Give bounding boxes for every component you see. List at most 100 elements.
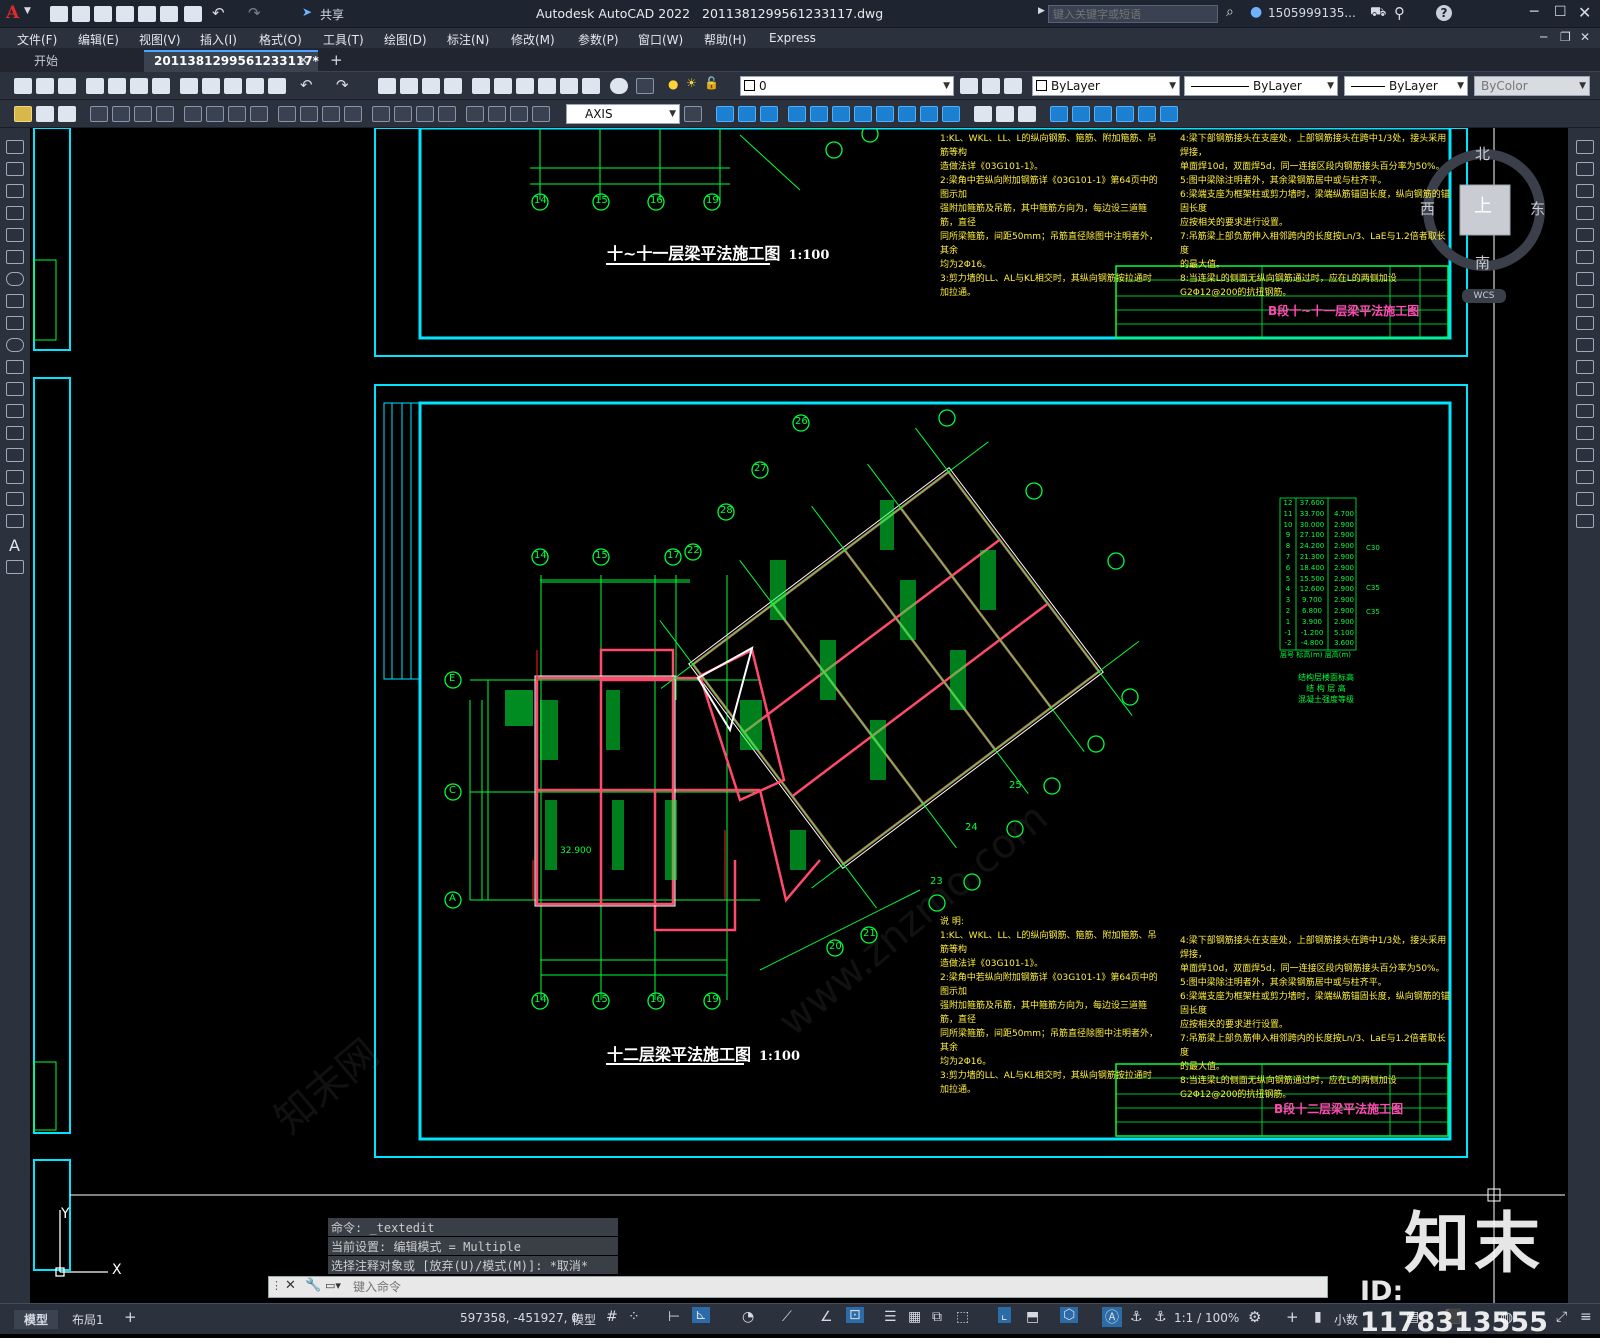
image-attach-icon[interactable] (920, 106, 938, 122)
stretch-icon[interactable] (1576, 316, 1594, 330)
doc-close-icon[interactable]: ✕ (1580, 30, 1590, 44)
dim-text-edit-icon[interactable] (488, 106, 506, 122)
continue-dim-icon[interactable] (322, 106, 340, 122)
layer-dropdown[interactable]: 0 ▼ (740, 76, 954, 96)
layer-properties-icon[interactable] (636, 78, 654, 94)
add-layout-button[interactable]: + (124, 1308, 137, 1326)
block-write-icon[interactable] (760, 106, 778, 122)
break-point-icon[interactable] (1576, 382, 1594, 396)
layer-previous-icon[interactable] (982, 78, 1000, 94)
annotation-scale-value[interactable]: 1:1 / 100% (1174, 1311, 1239, 1325)
match-properties-icon[interactable] (246, 78, 264, 94)
selection-filter-icon[interactable]: ⬒ (1026, 1309, 1039, 1325)
open-web-icon[interactable] (138, 6, 156, 22)
command-input[interactable] (353, 1278, 1319, 1296)
copy-icon[interactable] (202, 78, 220, 94)
viewcube-top-label[interactable]: 上 (1474, 192, 1492, 218)
lineweight-icon[interactable]: ☰ (884, 1309, 897, 1325)
table-draw-icon[interactable] (6, 514, 24, 528)
publish-icon[interactable] (130, 78, 148, 94)
textstyle-dropdown[interactable]: AXIS ▼ (566, 104, 680, 124)
open-file-icon[interactable] (72, 6, 90, 22)
menu-format[interactable]: 格式(O) (259, 31, 302, 48)
auto-scale-icon[interactable]: ⚓ (1130, 1309, 1143, 1325)
menu-view[interactable]: 视图(V) (139, 31, 181, 48)
3d-osnap-icon[interactable]: ⬚ (956, 1309, 969, 1325)
menu-parametric[interactable]: 参数(P) (578, 31, 619, 48)
radius-dim-icon[interactable] (184, 106, 202, 122)
viewcube-south[interactable]: 南 (1475, 252, 1490, 273)
polyline-icon[interactable] (6, 184, 24, 198)
rectangle-icon[interactable] (6, 228, 24, 242)
sun-icon[interactable]: ☀ (686, 76, 697, 90)
arc-length-icon[interactable] (134, 106, 152, 122)
new-tab-button[interactable]: + (330, 51, 343, 69)
isolate-objects-icon[interactable] (996, 106, 1014, 122)
annotation-monitor-icon[interactable]: + (1286, 1308, 1299, 1326)
linetype-dropdown[interactable]: ByLayer ▼ (1184, 76, 1338, 96)
hyperlink-icon[interactable] (1116, 106, 1134, 122)
3d-dwf-icon[interactable] (152, 78, 170, 94)
design-center-icon[interactable] (494, 78, 512, 94)
aligned-dim-icon[interactable] (112, 106, 130, 122)
refclose-icon[interactable] (898, 106, 916, 122)
menu-draw[interactable]: 绘图(D) (384, 31, 427, 48)
help-icon[interactable]: ? (1436, 5, 1452, 21)
object-snap-tracking-icon[interactable]: ∠ (820, 1309, 833, 1325)
tab-close-icon[interactable]: × (298, 53, 309, 68)
jogged-linear-icon[interactable] (438, 106, 456, 122)
menu-modify[interactable]: 修改(M) (511, 31, 555, 48)
undo-icon[interactable]: ↶ (212, 4, 225, 22)
insert-block-icon[interactable] (6, 382, 24, 396)
center-mark-icon[interactable] (394, 106, 412, 122)
menu-tools[interactable]: 工具(T) (323, 31, 364, 48)
image-clip-icon[interactable] (942, 106, 960, 122)
properties-icon[interactable] (472, 78, 490, 94)
trim-icon[interactable] (1576, 338, 1594, 352)
annotation-scale-icon[interactable]: ⚓ (1154, 1309, 1167, 1325)
hatch-icon[interactable] (6, 448, 24, 462)
attribute-icon[interactable] (1138, 106, 1156, 122)
workspace-gear-icon[interactable]: ⚙ (1248, 1308, 1261, 1326)
doc-minimize-icon[interactable]: ─ (1540, 30, 1547, 44)
viewcube-north[interactable]: 北 (1475, 143, 1490, 164)
search-expand-icon[interactable]: ▶ (1038, 6, 1045, 16)
infer-constraints-icon[interactable]: ⊢ (668, 1309, 680, 1325)
tab-start[interactable]: 开始 (0, 50, 144, 72)
save-tb-icon[interactable] (58, 78, 76, 94)
quickcalc-icon[interactable] (582, 78, 600, 94)
undo-tb-icon[interactable]: ↶ (300, 76, 313, 94)
command-customize-icon[interactable]: 🔧 (305, 1278, 321, 1293)
tab-drawing[interactable]: 2011381299561233117* × (144, 50, 319, 72)
sync-icon[interactable] (1160, 106, 1178, 122)
offset-icon[interactable] (1576, 206, 1594, 220)
xref-bind-icon[interactable] (832, 106, 850, 122)
menu-express[interactable]: Express (769, 31, 816, 45)
point-icon[interactable] (6, 426, 24, 440)
cut-icon[interactable] (180, 78, 198, 94)
ellipse-icon[interactable] (6, 338, 24, 352)
ortho-icon[interactable]: ⊾ (692, 1307, 710, 1323)
close-icon[interactable]: ✕ (1578, 3, 1591, 22)
blend-icon[interactable] (1576, 492, 1594, 506)
dim-edit-icon[interactable] (466, 106, 484, 122)
fillet-icon[interactable] (1576, 470, 1594, 484)
dim-update-icon[interactable] (510, 106, 528, 122)
arc-icon[interactable] (6, 250, 24, 264)
markup-icon[interactable] (560, 78, 578, 94)
paste-icon[interactable] (224, 78, 242, 94)
diameter-dim-icon[interactable] (228, 106, 246, 122)
make-current-layer-icon[interactable] (960, 78, 978, 94)
shade-icon[interactable] (1018, 106, 1036, 122)
search-input[interactable] (1048, 5, 1218, 23)
mtext-icon[interactable]: A (9, 536, 20, 555)
ellipse-arc-icon[interactable] (6, 360, 24, 374)
polar-tracking-icon[interactable]: ◔ (742, 1309, 754, 1325)
block-insert-icon[interactable] (716, 106, 734, 122)
user-name[interactable]: 1505999135... (1268, 6, 1356, 20)
autocad-logo-icon[interactable]: A (6, 3, 19, 23)
tolerance-icon[interactable] (372, 106, 390, 122)
jogged-dim-icon[interactable] (206, 106, 224, 122)
color-dropdown[interactable]: ByLayer ▼ (1032, 76, 1180, 96)
make-block-icon[interactable] (6, 404, 24, 418)
